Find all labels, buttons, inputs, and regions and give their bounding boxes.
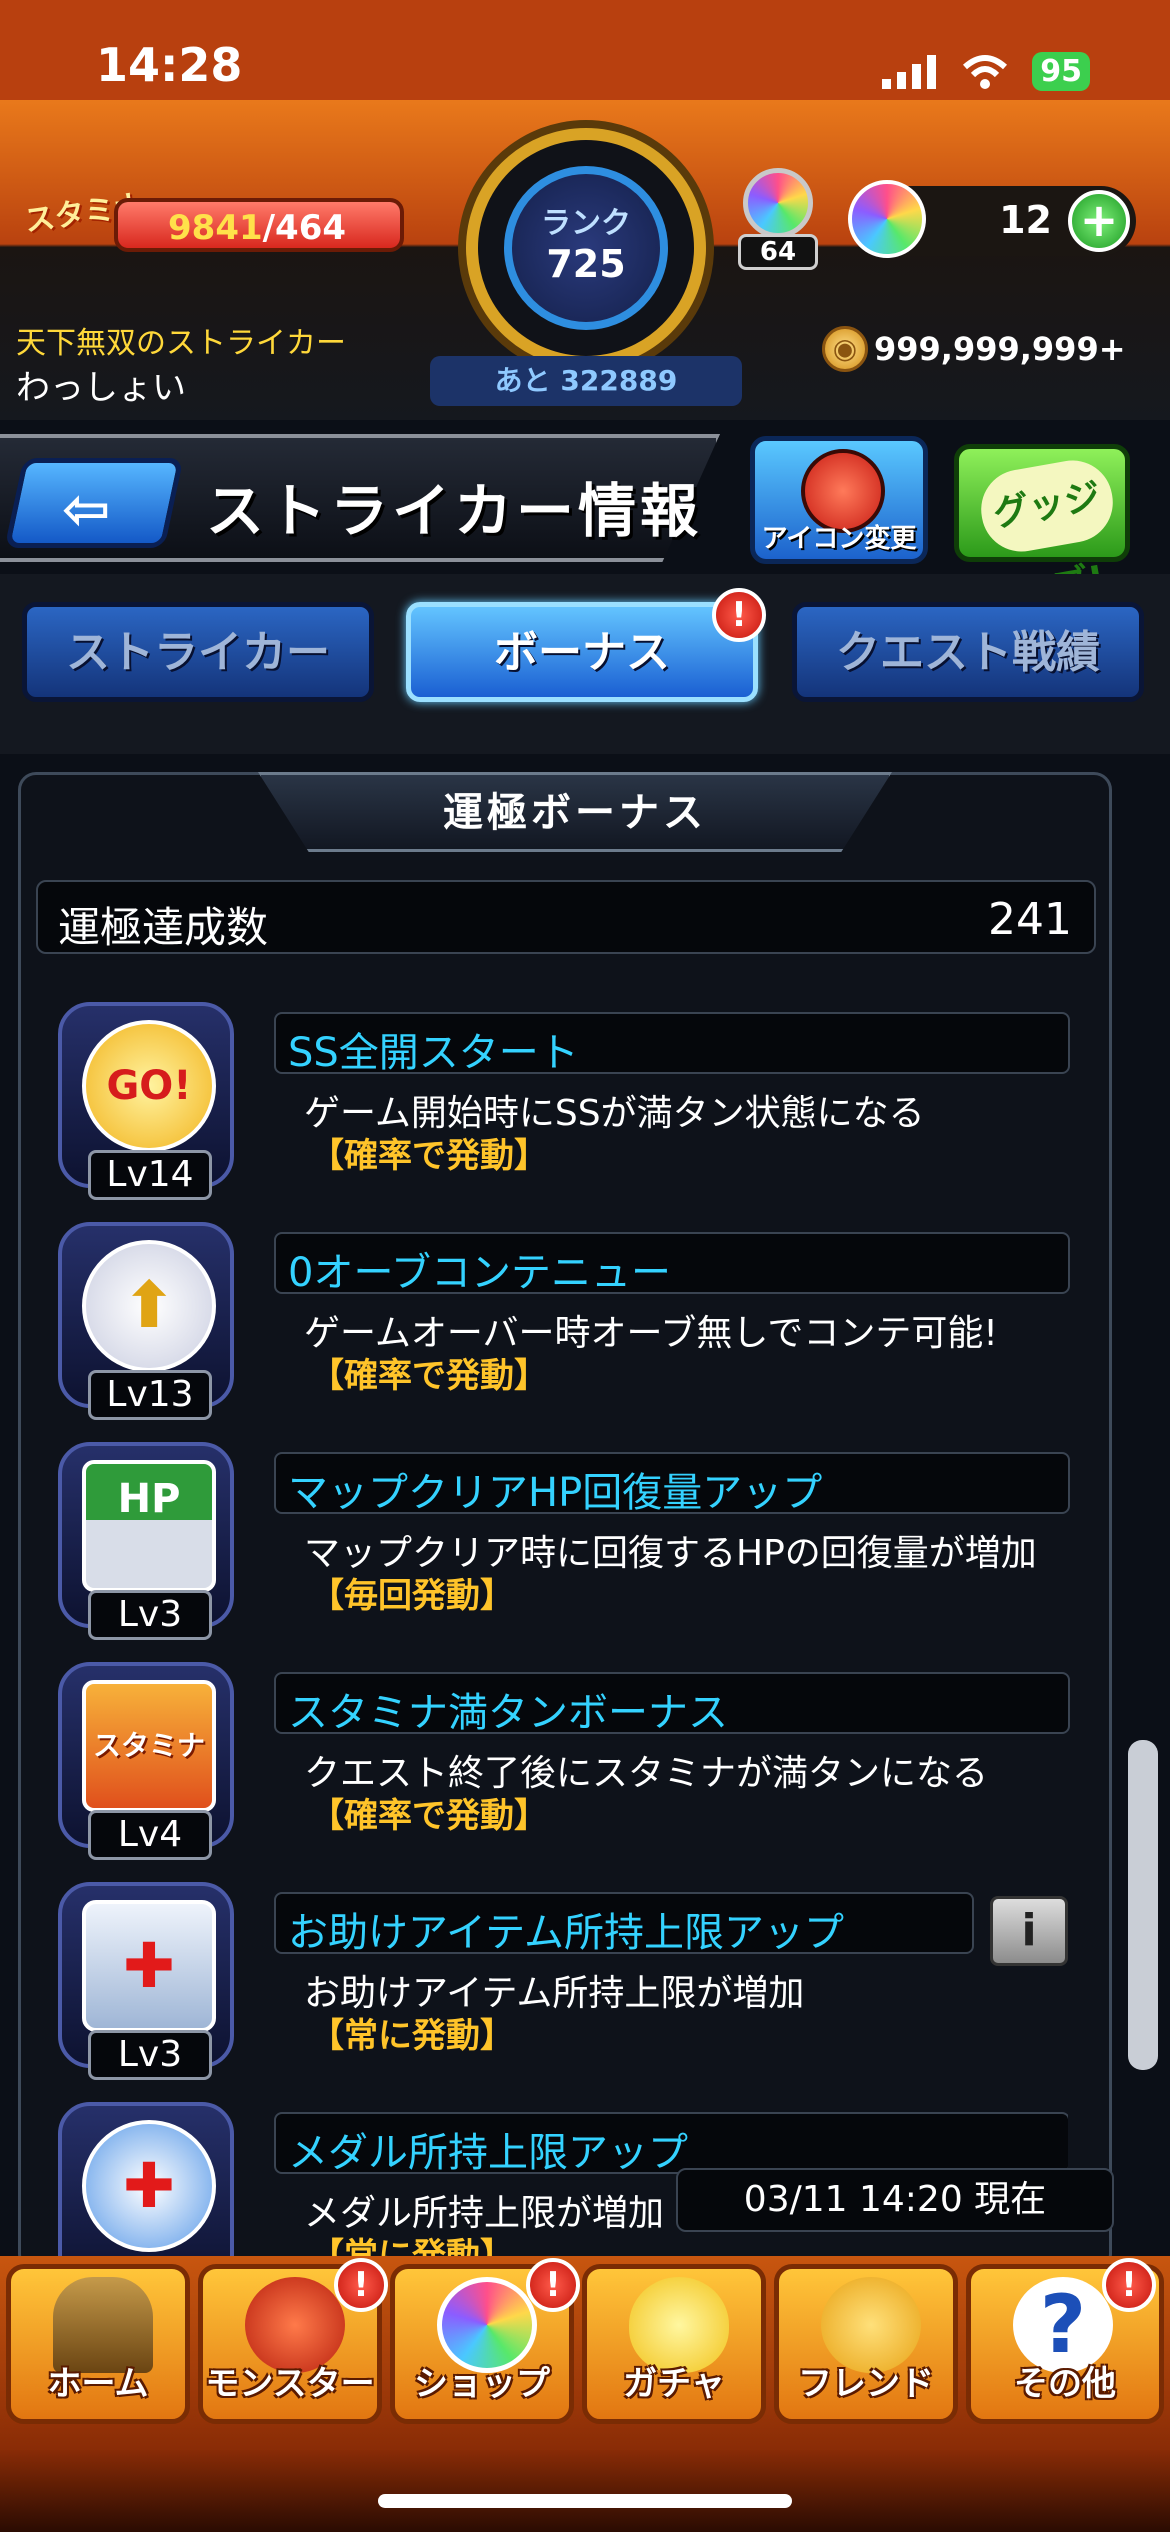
unkyoku-count-label: 運極達成数 [58,903,269,952]
battery-indicator: 95 [1032,52,1090,91]
stamina-icon: スタミナ [82,1680,216,1812]
player-title: 天下無双のストライカー [16,326,346,361]
bonus-name: SS全開スタート [288,1030,579,1076]
nav-gacha[interactable]: ガチャ [582,2264,766,2424]
bonus-tab-alert-badge: ! [712,588,766,642]
icon-change-label: アイコン変更 [761,524,917,554]
bonus-trigger: 【確率で発動】 [310,1356,548,1396]
orb-icon [848,180,926,258]
rank-badge[interactable]: ランク 725 [466,128,706,368]
shop-alert-badge: ! [526,2258,580,2312]
good-job-button[interactable]: グッジョブ! [954,444,1130,614]
status-time: 14:28 [96,38,243,92]
section-title: 運極ボーナス [443,790,707,836]
monster-alert-badge: ! [334,2258,388,2312]
bonus-name-box: スタミナ満タンボーナス [274,1672,1070,1736]
unkyoku-count-value: 241 [988,894,1072,945]
bonus-level: Lv3 [88,1590,212,1640]
bonus-name-box: SS全開スタート [274,1012,1070,1076]
bonus-trigger: 【毎回発動】 [310,1576,514,1616]
bonus-item[interactable]: スタミナ Lv4 スタミナ満タンボーナス クエスト終了後にスタミナが満タンになる… [58,1662,1070,1862]
bonus-trigger: 【確率で発動】 [310,1796,548,1836]
nav-label: ホーム [47,2364,149,2404]
winged-arrow-icon: ⬆ [82,1240,216,1372]
nav-label: ショップ [414,2364,550,2404]
back-button[interactable]: ⇦ [4,458,184,548]
signal-icon [882,54,937,89]
nav-label: その他 [1014,2364,1116,2404]
home-indicator[interactable] [378,2494,792,2508]
page-title: ストライカー情報 [206,477,703,545]
item-plus-icon: ✚ [82,1900,216,2032]
coin-counter: ◉ 999,999,999+ [822,326,1126,372]
bonus-icon-frame: ✚ [58,2102,234,2262]
bonus-item[interactable]: GO! Lv14 SS全開スタート ゲーム開始時にSSが満タン状態になる 【確率… [58,1002,1070,1202]
bonus-name: マップクリアHP回復量アップ [288,1470,823,1516]
bonus-name: 0オーブコンテニュー [288,1250,672,1296]
bonus-icon-frame: ⬆ Lv13 [58,1222,234,1420]
bonus-name: メダル所持上限アップ [288,2130,688,2176]
tab-bonus[interactable]: ボーナス [406,602,758,702]
bonus-trigger: 【常に発動】 [310,2016,514,2056]
bonus-level: Lv4 [88,1810,212,1860]
rank-label: ランク [541,206,631,241]
rank-value: 725 [546,242,626,286]
stamina-bar: 9841/464 [114,198,404,252]
bonus-name: スタミナ満タンボーナス [288,1690,728,1736]
updated-timestamp: 03/11 14:20 現在 [676,2168,1114,2232]
go-icon: GO! [82,1020,216,1152]
next-rank-exp: あと 322889 [430,356,742,406]
stamina-text: 9841/464 [168,208,346,248]
bonus-name-box: メダル所持上限アップ [274,2112,1068,2176]
orb-counter: 12 + [848,180,1136,258]
orb-item-count: 64 [738,234,818,270]
coin-count: 999,999,999+ [874,330,1126,368]
nav-label: モンスター [205,2364,375,2404]
player-name: わっしょい [16,368,186,408]
info-button[interactable]: i [990,1896,1068,1966]
orb-item-icon [743,168,813,238]
scrollbar[interactable] [1128,1740,1158,2070]
bonus-icon-frame: HP Lv3 [58,1442,234,1640]
bonus-icon-frame: ✚ Lv3 [58,1882,234,2080]
tab-striker[interactable]: ストライカー [22,602,374,702]
status-indicators: 95 [882,52,1090,91]
bonus-icon-frame: GO! Lv14 [58,1002,234,1200]
nav-label: ガチャ [623,2364,725,2404]
icon-change-button[interactable]: アイコン変更 [750,436,928,564]
other-alert-badge: ! [1102,2258,1156,2312]
good-job-label: グッジョブ! [974,454,1120,614]
rank-circle: ランク 725 [504,166,668,330]
buy-orb-button[interactable]: + [1068,190,1130,252]
bonus-name-box: マップクリアHP回復量アップ [274,1452,1070,1516]
bonus-name-box: お助けアイテム所持上限アップ [274,1892,974,1956]
nav-label: フレンド [798,2364,934,2404]
bonus-item[interactable]: HP Lv3 マップクリアHP回復量アップ マップクリア時に回復するHPの回復量… [58,1442,1070,1642]
orb-item-indicator[interactable]: 64 [728,168,828,276]
bonus-item[interactable]: ✚ Lv3 お助けアイテム所持上限アップ i お助けアイテム所持上限が増加 【常… [58,1882,1068,2082]
bonus-name-box: 0オーブコンテニュー [274,1232,1070,1296]
coin-icon: ◉ [822,326,868,372]
bonus-name: お助けアイテム所持上限アップ [288,1910,844,1956]
bonus-level: Lv14 [88,1150,212,1200]
nav-home[interactable]: ホーム [6,2264,190,2424]
back-arrow-icon: ⇦ [61,475,111,543]
tab-quest-record[interactable]: クエスト戦績 [792,602,1144,702]
bonus-icon-frame: スタミナ Lv4 [58,1662,234,1860]
orb-count: 12 [999,198,1052,242]
nav-friend[interactable]: フレンド [774,2264,958,2424]
medal-plus-icon: ✚ [82,2120,216,2252]
stamina-max: /464 [262,208,347,248]
unkyoku-count-row: 運極達成数 241 [36,880,1096,954]
wifi-icon [963,54,1008,89]
bonus-level: Lv3 [88,2030,212,2080]
status-bar: 14:28 95 [0,0,1170,110]
bonus-trigger: 【確率で発動】 [310,1136,548,1176]
hp-gauge-icon: HP [82,1460,216,1592]
bonus-item[interactable]: ⬆ Lv13 0オーブコンテニュー ゲームオーバー時オーブ無しでコンテ可能! 【… [58,1222,1070,1422]
stamina-current: 9841 [168,208,263,248]
bonus-level: Lv13 [88,1370,212,1420]
